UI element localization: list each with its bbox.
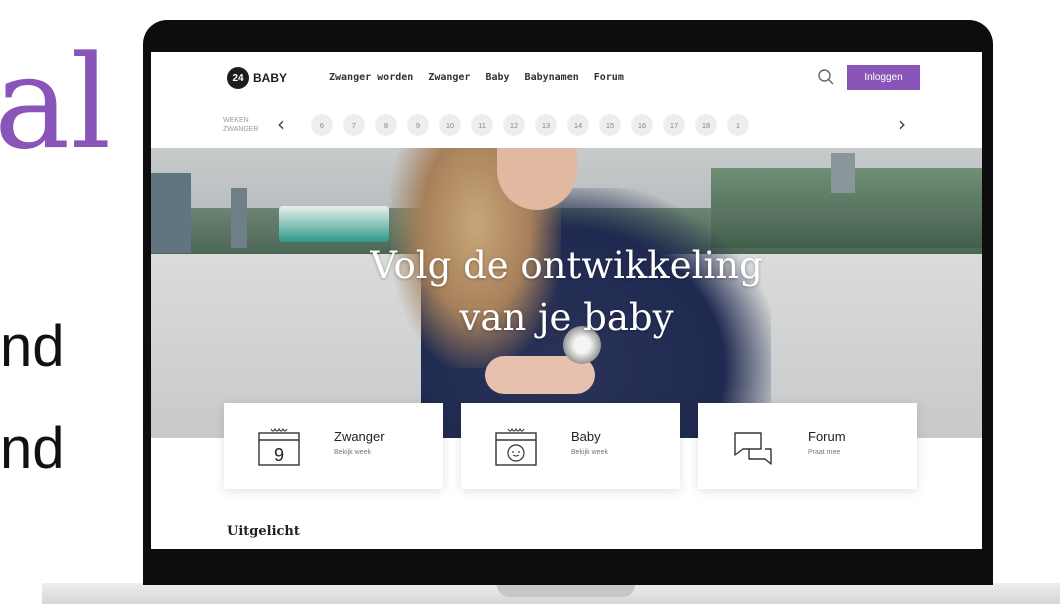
- slide-partial-line-2: nd: [0, 416, 65, 481]
- site-logo[interactable]: 24 BABY: [227, 67, 287, 89]
- logo-text: BABY: [253, 71, 288, 85]
- nav-item-zwanger-worden[interactable]: Zwanger worden: [329, 72, 413, 83]
- week-pill[interactable]: 13: [535, 114, 557, 136]
- weeks-label-line-2: Zwanger: [223, 126, 259, 133]
- laptop-notch: [497, 583, 635, 597]
- week-pill[interactable]: 6: [311, 114, 333, 136]
- card-subtitle: Praat mee: [808, 449, 841, 456]
- week-pill[interactable]: 17: [663, 114, 685, 136]
- week-pills: 6 7 8 9 10 11 12 13 14 15 16 17 18 1: [311, 114, 749, 136]
- week-pill[interactable]: 18: [695, 114, 717, 136]
- hero-title: Volg de ontwikkeling van je baby: [151, 240, 982, 344]
- site-header: 24 BABY Zwanger worden Zwanger Baby Baby…: [151, 52, 982, 104]
- baby-calendar-icon: [495, 427, 537, 466]
- login-button[interactable]: Inloggen: [847, 65, 920, 90]
- nav-item-forum[interactable]: Forum: [594, 72, 624, 83]
- week-pill[interactable]: 11: [471, 114, 493, 136]
- weeks-label-line-1: Weken: [223, 117, 249, 124]
- logo-badge: 24: [227, 67, 249, 89]
- nav-item-babynamen[interactable]: Babynamen: [525, 72, 579, 83]
- card-title: Baby: [571, 429, 601, 444]
- card-baby[interactable]: Baby Bekijk week: [461, 403, 680, 489]
- card-title: Zwanger: [334, 429, 385, 444]
- main-nav: Zwanger worden Zwanger Baby Babynamen Fo…: [329, 72, 624, 83]
- card-zwanger[interactable]: 9 Zwanger Bekijk week: [224, 403, 443, 489]
- week-pill[interactable]: 8: [375, 114, 397, 136]
- weeks-selector: Weken Zwanger ‹ 6 7 8 9 10 11 12 13 14 1…: [151, 104, 982, 148]
- chevron-right-icon[interactable]: ›: [898, 114, 906, 134]
- hero-title-line-1: Volg de ontwikkeling: [370, 244, 763, 287]
- week-pill[interactable]: 12: [503, 114, 525, 136]
- card-subtitle: Bekijk week: [571, 449, 608, 456]
- week-pill[interactable]: 9: [407, 114, 429, 136]
- hero-photo-boat: [279, 206, 389, 242]
- chevron-left-icon[interactable]: ‹: [277, 114, 285, 134]
- hero-photo-building: [831, 153, 855, 193]
- week-pill[interactable]: 14: [567, 114, 589, 136]
- card-subtitle: Bekijk week: [334, 449, 371, 456]
- search-icon[interactable]: [817, 68, 835, 86]
- week-pill[interactable]: 1: [727, 114, 749, 136]
- hero-photo-building: [231, 188, 247, 248]
- weeks-label: Weken Zwanger: [223, 116, 259, 134]
- card-title: Forum: [808, 429, 846, 444]
- slide-partial-line-1: nd: [0, 314, 65, 379]
- slide-partial-heading: al: [0, 29, 112, 178]
- week-pill[interactable]: 15: [599, 114, 621, 136]
- calendar-icon-number: 9: [274, 445, 284, 465]
- week-pill[interactable]: 10: [439, 114, 461, 136]
- week-pill[interactable]: 16: [631, 114, 653, 136]
- calendar-icon: 9: [258, 427, 300, 466]
- nav-item-baby[interactable]: Baby: [485, 72, 509, 83]
- card-forum[interactable]: Forum Praat mee: [698, 403, 917, 489]
- nav-item-zwanger[interactable]: Zwanger: [428, 72, 470, 83]
- featured-heading: Uitgelicht: [227, 524, 300, 539]
- website-screen: 24 BABY Zwanger worden Zwanger Baby Baby…: [151, 52, 982, 549]
- chat-bubbles-icon: [734, 432, 772, 465]
- hero-title-line-2: van je baby: [459, 296, 674, 339]
- week-pill[interactable]: 7: [343, 114, 365, 136]
- hero-banner: Volg de ontwikkeling van je baby: [151, 148, 982, 438]
